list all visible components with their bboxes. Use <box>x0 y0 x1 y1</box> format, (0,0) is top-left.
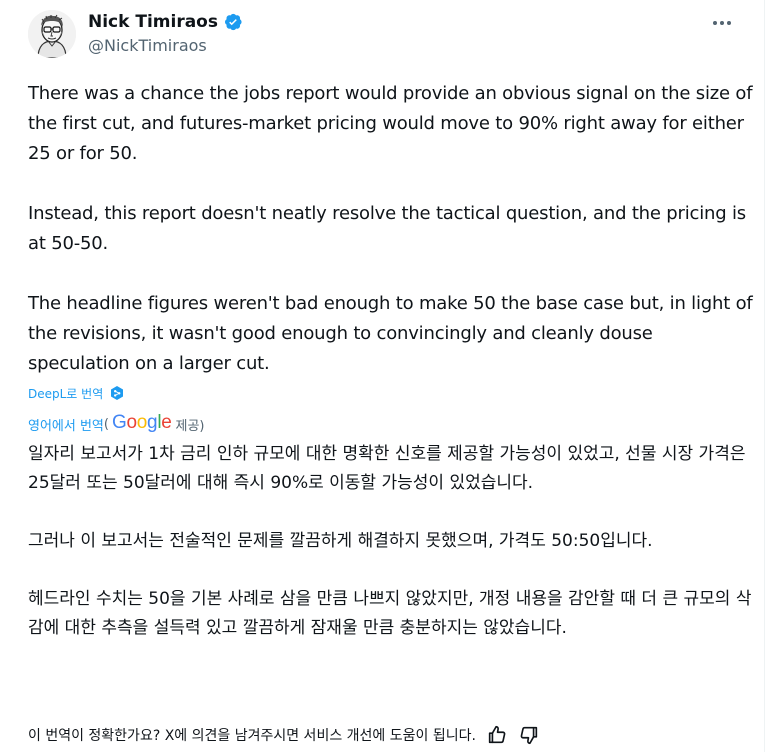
google-logo: Google <box>111 412 172 433</box>
translated-paragraph: 그러나 이 보고서는 전술적인 문제를 깔끔하게 해결하지 못했으며, 가격도 … <box>28 531 653 551</box>
deepl-translate-link[interactable]: DeepL로 번역 <box>28 385 103 402</box>
tweet-paragraph: Instead, this report doesn't neatly reso… <box>28 203 746 254</box>
translated-text: 일자리 보고서가 1차 금리 인하 규모에 대한 명확한 신호를 제공할 가능성… <box>28 440 758 643</box>
author-name[interactable]: Nick Timiraos <box>88 12 218 32</box>
tweet-paragraph: There was a chance the jobs report would… <box>28 83 753 164</box>
translated-from-english-link[interactable]: 영어에서 번역 <box>28 415 104 434</box>
avatar-sketch-icon <box>28 10 76 58</box>
avatar[interactable] <box>28 10 76 58</box>
tweet-text: There was a chance the jobs report would… <box>28 79 758 379</box>
more-horizontal-icon[interactable] <box>708 12 736 34</box>
tweet-container: Nick Timiraos @NickTimiraos There was a … <box>0 0 765 752</box>
deepl-icon[interactable] <box>109 385 125 401</box>
verified-badge-icon[interactable] <box>223 12 243 32</box>
open-paren: ( <box>103 416 109 432</box>
tweet-header: Nick Timiraos @NickTimiraos <box>28 8 760 60</box>
thumbs-down-icon[interactable] <box>518 724 540 746</box>
translation-feedback-row: 이 번역이 정확한가요? X에 의견을 남겨주시면 서비스 개선에 도움이 됩니… <box>28 722 540 748</box>
translated-paragraph: 헤드라인 수치는 50을 기본 사례로 삼을 만큼 나쁘지 않았지만, 개정 내… <box>28 589 752 638</box>
tweet-paragraph: The headline figures weren't bad enough … <box>28 293 753 374</box>
thumbs-up-icon[interactable] <box>486 724 508 746</box>
author-name-row: Nick Timiraos <box>88 10 243 34</box>
provided-by-label: 제공) <box>175 418 205 434</box>
google-translation-attribution: 영어에서 번역 ( Google 제공) <box>28 412 205 436</box>
translation-feedback-prompt: 이 번역이 정확한가요? X에 의견을 남겨주시면 서비스 개선에 도움이 됩니… <box>28 728 476 744</box>
deepl-translate-row: DeepL로 번역 <box>28 383 125 403</box>
translated-paragraph: 일자리 보고서가 1차 금리 인하 규모에 대한 명확한 신호를 제공할 가능성… <box>28 444 746 493</box>
author-handle[interactable]: @NickTimiraos <box>88 36 207 55</box>
